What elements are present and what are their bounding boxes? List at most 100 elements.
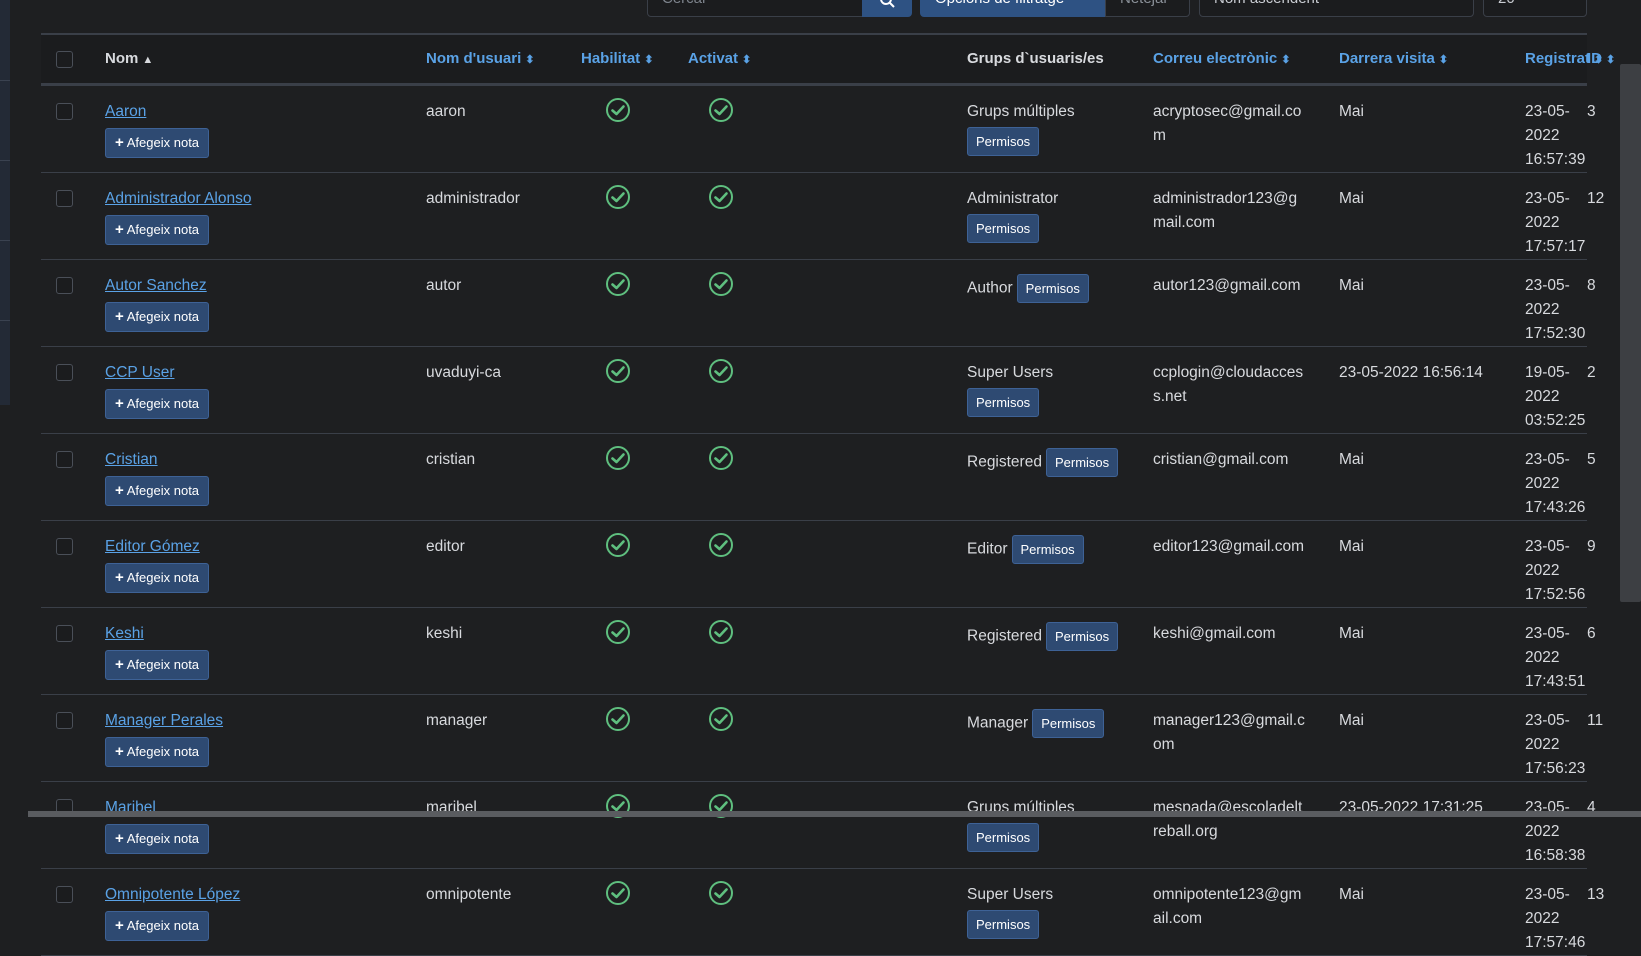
- email-cell: editor123@gmail.com: [1153, 537, 1304, 555]
- enabled-check-icon[interactable]: [605, 706, 631, 732]
- user-name-link[interactable]: Administrador Alonso: [105, 187, 426, 211]
- user-name-link[interactable]: Manager Perales: [105, 709, 426, 733]
- permissions-button[interactable]: Permisos: [1045, 447, 1119, 477]
- permissions-button[interactable]: Permisos: [1045, 621, 1119, 651]
- vertical-scrollbar[interactable]: [1620, 64, 1641, 602]
- add-note-label: Afegeix nota: [126, 308, 200, 324]
- activated-check-icon[interactable]: [708, 97, 734, 123]
- column-header-last-visit[interactable]: Darrera visita ⬍: [1339, 34, 1525, 84]
- list-limit-select[interactable]: 20: [1483, 0, 1587, 17]
- enabled-check-icon[interactable]: [605, 97, 631, 123]
- row-checkbox[interactable]: [56, 624, 73, 642]
- last-visit-cell: 23-05-2022 17:31:25: [1339, 798, 1483, 816]
- add-note-button[interactable]: + Afegeix nota: [105, 301, 210, 332]
- permissions-button[interactable]: Permisos: [967, 213, 1040, 243]
- column-header-name[interactable]: Nom ▲: [105, 34, 426, 84]
- last-visit-cell: Mai: [1339, 189, 1364, 207]
- column-header-registered[interactable]: Registrat ⬍: [1525, 34, 1603, 84]
- column-header-enabled[interactable]: Habilitat ⬍: [581, 34, 688, 84]
- horizontal-scrollbar[interactable]: [28, 811, 1641, 817]
- group-name: Registered: [967, 627, 1042, 645]
- plus-icon: +: [115, 829, 124, 847]
- groups-cell: Administrator Permisos: [967, 172, 1153, 259]
- row-checkbox[interactable]: [56, 189, 73, 207]
- last-visit-cell: Mai: [1339, 276, 1364, 294]
- row-checkbox[interactable]: [56, 885, 73, 903]
- activated-check-icon[interactable]: [708, 358, 734, 384]
- enabled-check-icon[interactable]: [605, 445, 631, 471]
- search-button[interactable]: [862, 0, 912, 17]
- enabled-check-icon[interactable]: [605, 880, 631, 906]
- enabled-check-icon[interactable]: [605, 271, 631, 297]
- row-checkbox[interactable]: [56, 363, 73, 381]
- select-all-checkbox[interactable]: [56, 50, 73, 68]
- column-header-email[interactable]: Correu electrònic ⬍: [1153, 34, 1339, 84]
- row-checkbox[interactable]: [56, 711, 73, 729]
- add-note-button[interactable]: + Afegeix nota: [105, 214, 210, 245]
- sort-icon: ⬍: [1606, 54, 1616, 67]
- user-name-link[interactable]: Keshi: [105, 622, 426, 646]
- filter-options-button[interactable]: Opcions de filtratge: [920, 0, 1106, 17]
- permissions-button[interactable]: Permisos: [1032, 708, 1105, 738]
- add-note-button[interactable]: + Afegeix nota: [105, 910, 210, 941]
- column-header-activated[interactable]: Activat ⬍: [688, 34, 967, 84]
- ordering-select[interactable]: Nom ascendent: [1199, 0, 1474, 17]
- enabled-check-icon[interactable]: [605, 358, 631, 384]
- email-cell: omnipotente123@gmail.com: [1153, 885, 1302, 927]
- group-name: Super Users: [967, 363, 1054, 381]
- add-note-button[interactable]: + Afegeix nota: [105, 736, 210, 767]
- add-note-button[interactable]: + Afegeix nota: [105, 649, 210, 680]
- permissions-button[interactable]: Permisos: [1016, 273, 1089, 303]
- search-input[interactable]: Cercar: [647, 0, 863, 17]
- activated-check-icon[interactable]: [708, 532, 734, 558]
- add-note-button[interactable]: + Afegeix nota: [105, 127, 210, 158]
- user-name-link[interactable]: Cristian: [105, 448, 426, 472]
- registered-cell: 23-05-2022 17:57:17: [1525, 189, 1586, 255]
- enabled-check-icon[interactable]: [605, 619, 631, 645]
- clear-button[interactable]: Netejar: [1105, 0, 1190, 17]
- activated-check-icon[interactable]: [708, 271, 734, 297]
- permissions-button[interactable]: Permisos: [967, 387, 1040, 417]
- user-name-link[interactable]: Omnipotente López: [105, 883, 426, 907]
- row-checkbox[interactable]: [56, 537, 73, 555]
- user-name-link[interactable]: CCP User: [105, 361, 426, 385]
- email-cell: keshi@gmail.com: [1153, 624, 1276, 642]
- registered-cell: 23-05-2022 17:52:30: [1525, 276, 1586, 342]
- sort-icon: ⬍: [525, 54, 535, 67]
- add-note-button[interactable]: + Afegeix nota: [105, 562, 210, 593]
- groups-cell: Author Permisos: [967, 259, 1153, 346]
- column-header-username[interactable]: Nom d'usuari ⬍: [426, 34, 581, 84]
- user-name-link[interactable]: Autor Sanchez: [105, 274, 426, 298]
- sidebar-divider: [0, 160, 10, 161]
- user-name-link[interactable]: Editor Gómez: [105, 535, 426, 559]
- activated-check-icon[interactable]: [708, 184, 734, 210]
- table-row: Manager Perales + Afegeix nota manager Manag…: [41, 694, 1603, 781]
- table-row: Editor Gómez + Afegeix nota editor Editor Per…: [41, 520, 1596, 607]
- add-note-label: Afegeix nota: [126, 569, 200, 585]
- registered-cell: 23-05-2022 17:56:23: [1525, 711, 1586, 777]
- username-cell: autor: [426, 276, 462, 294]
- activated-check-icon[interactable]: [708, 445, 734, 471]
- users-table: Nom ▲ Nom d'usuari ⬍ Habilitat ⬍ Activat ⬍ G…: [41, 33, 1615, 956]
- registered-cell: 23-05-2022 17:57:46: [1525, 885, 1586, 951]
- activated-check-icon[interactable]: [708, 880, 734, 906]
- permissions-button[interactable]: Permisos: [1011, 534, 1084, 564]
- user-name-link[interactable]: Aaron: [105, 100, 426, 124]
- row-checkbox[interactable]: [56, 276, 73, 294]
- groups-cell: Editor Permisos: [967, 520, 1153, 607]
- activated-check-icon[interactable]: [708, 619, 734, 645]
- permissions-button[interactable]: Permisos: [967, 822, 1040, 852]
- enabled-check-icon[interactable]: [605, 184, 631, 210]
- add-note-button[interactable]: + Afegeix nota: [105, 475, 210, 506]
- row-checkbox[interactable]: [56, 450, 73, 468]
- add-note-button[interactable]: + Afegeix nota: [105, 823, 210, 854]
- group-name: Manager: [967, 714, 1029, 732]
- groups-cell: Super Users Permisos: [967, 346, 1153, 433]
- enabled-check-icon[interactable]: [605, 532, 631, 558]
- permissions-button[interactable]: Permisos: [967, 126, 1040, 156]
- username-cell: editor: [426, 537, 465, 555]
- add-note-button[interactable]: + Afegeix nota: [105, 388, 210, 419]
- row-checkbox[interactable]: [56, 102, 73, 120]
- permissions-button[interactable]: Permisos: [967, 909, 1040, 939]
- activated-check-icon[interactable]: [708, 706, 734, 732]
